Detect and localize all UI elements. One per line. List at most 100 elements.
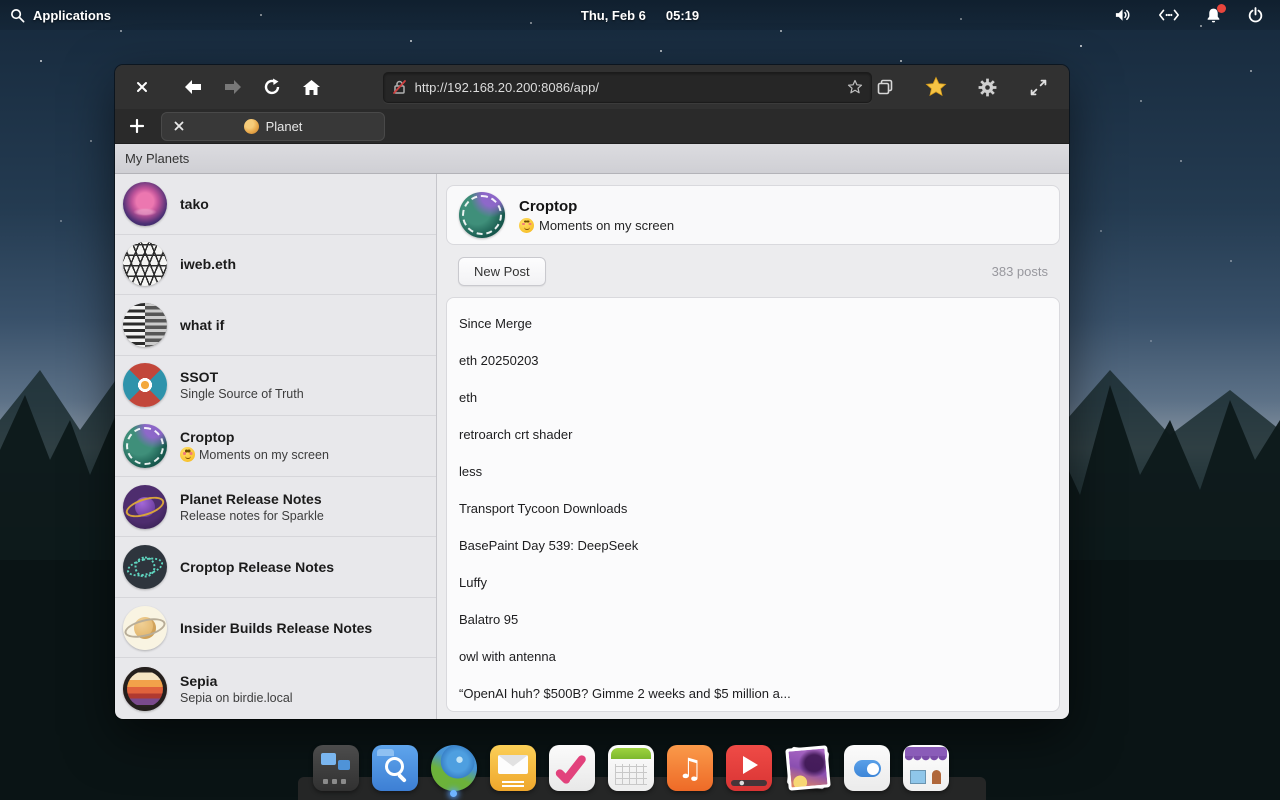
posts-toolbar: New Post 383 posts [446, 245, 1060, 297]
mail-icon[interactable] [490, 745, 536, 791]
clock[interactable]: Thu, Feb 6 05:19 [581, 8, 699, 23]
planet-name: Sepia [180, 672, 218, 689]
sidebar-planet-item[interactable]: Sepia Sepia on birdie.local [115, 658, 436, 719]
planet-name: iweb.eth [180, 256, 237, 273]
fullscreen-button[interactable] [1025, 74, 1051, 100]
url-text[interactable]: http://192.168.20.200:8086/app/ [415, 80, 839, 95]
notification-badge [1217, 3, 1226, 13]
planet-description: Moments on my screen [539, 217, 675, 233]
gear-icon [978, 78, 996, 96]
post-item[interactable]: BasePaint Day 539: DeepSeek [447, 527, 1059, 564]
planet-name: Croptop Release Notes [180, 559, 335, 576]
planet-avatar [123, 666, 167, 711]
post-item[interactable]: Transport Tycoon Downloads [447, 490, 1059, 527]
forward-button[interactable] [220, 74, 246, 100]
tab-close-button[interactable] [171, 118, 187, 134]
sidebar-planet-item[interactable]: Insider Builds Release Notes [115, 598, 436, 659]
url-bar[interactable]: http://192.168.20.200:8086/app/ [382, 71, 872, 103]
multitasking-view-icon[interactable] [313, 745, 359, 791]
bookmarks-button[interactable] [923, 74, 949, 100]
smiling-face-with-hearts-emoji [519, 217, 534, 233]
post-item[interactable]: Since Merge [447, 305, 1059, 342]
sidebar-planet-item[interactable]: SSOT Single Source of Truth [115, 356, 436, 417]
planet-favicon-icon [243, 118, 259, 134]
planet-name: Insider Builds Release Notes [180, 619, 373, 636]
bookmark-star-icon[interactable] [847, 79, 863, 95]
tab-bar: Planet [115, 109, 1069, 144]
post-item[interactable]: retroarch crt shader [447, 416, 1059, 453]
sidebar-planet-item[interactable]: iweb.eth [115, 235, 436, 296]
home-button[interactable] [299, 74, 325, 100]
calendar-icon[interactable] [608, 745, 654, 791]
planet-avatar [123, 605, 167, 650]
sidebar-planet-item[interactable]: Croptop Release Notes [115, 537, 436, 598]
settings-button[interactable] [974, 74, 1000, 100]
planet-name: tako [180, 195, 209, 212]
forward-icon [224, 80, 241, 94]
planet-header-card: Croptop Moments on my screen [446, 185, 1060, 245]
top-panel: Applications Thu, Feb 6 05:19 [0, 0, 1280, 30]
volume-icon[interactable] [1114, 7, 1133, 23]
back-button[interactable] [181, 74, 207, 100]
tab-planet[interactable]: Planet [161, 111, 385, 141]
reload-button[interactable] [260, 74, 286, 100]
web-browser-icon[interactable] [431, 745, 477, 791]
planet-avatar [123, 545, 167, 590]
panel-time: 05:19 [665, 7, 700, 23]
pages-button[interactable] [872, 74, 898, 100]
planet-detail: Croptop Moments on my screen New Post 38… [437, 174, 1069, 719]
file-search-icon[interactable] [372, 745, 418, 791]
tasks-icon[interactable] [549, 745, 595, 791]
sidebar-planet-item[interactable]: Croptop Moments on my screen [115, 416, 436, 477]
dock: ♫ [313, 745, 949, 791]
page-content: tako iweb.eth what if SSOT Single Source… [115, 174, 1069, 719]
planet-subtitle: Single Source of Truth [180, 387, 304, 402]
applications-menu[interactable]: Applications [0, 8, 111, 23]
power-icon[interactable] [1247, 6, 1264, 24]
planet-avatar [123, 484, 167, 529]
sidebar-planet-item[interactable]: Planet Release Notes Release notes for S… [115, 477, 436, 538]
post-item[interactable]: “OpenAI huh? $500B? Gimme 2 weeks and $5… [447, 675, 1059, 711]
posts-count: 383 posts [991, 263, 1048, 279]
system-settings-icon[interactable] [844, 745, 890, 791]
croptop-avatar [459, 192, 505, 238]
planet-name: Planet Release Notes [180, 490, 322, 507]
post-item[interactable]: less [447, 453, 1059, 490]
photos-icon[interactable] [785, 745, 831, 791]
insecure-connection-icon [392, 80, 406, 94]
planet-avatar [123, 302, 167, 347]
planet-subtitle: Sepia on birdie.local [180, 690, 293, 705]
new-post-button[interactable]: New Post [458, 256, 546, 286]
post-item[interactable]: Balatro 95 [447, 601, 1059, 638]
panel-indicators [1114, 3, 1280, 24]
plus-icon [130, 119, 144, 133]
post-item[interactable]: eth [447, 379, 1059, 416]
notifications-indicator[interactable] [1205, 3, 1226, 24]
star-filled-icon [925, 76, 947, 97]
sidebar-planet-item[interactable]: what if [115, 295, 436, 356]
home-icon [303, 79, 321, 95]
planet-subtitle: Release notes for Sparkle [180, 508, 324, 523]
planet-avatar [123, 423, 167, 468]
planet-name: Croptop [180, 429, 235, 446]
post-item[interactable]: owl with antenna [447, 638, 1059, 675]
videos-icon[interactable] [726, 745, 772, 791]
post-item[interactable]: eth 20250203 [447, 342, 1059, 379]
search-icon [11, 8, 25, 22]
music-icon[interactable]: ♫ [667, 745, 713, 791]
expand-icon [1030, 79, 1046, 95]
wired-network-icon[interactable] [1158, 8, 1180, 22]
toolbar-actions [872, 74, 1055, 100]
new-tab-button[interactable] [125, 114, 149, 138]
panel-date: Thu, Feb 6 [580, 7, 646, 23]
appcenter-icon[interactable] [903, 745, 949, 791]
post-item[interactable]: Luffy [447, 564, 1059, 601]
page-title: My Planets [115, 144, 1069, 174]
sidebar-planet-item[interactable]: tako [115, 174, 436, 235]
pages-icon [877, 79, 893, 95]
window-close-button[interactable] [129, 74, 155, 100]
browser-toolbar: http://192.168.20.200:8086/app/ [115, 65, 1069, 109]
planet-name: what if [180, 316, 225, 333]
planet-avatar [123, 181, 167, 226]
planet-subtitle: Moments on my screen [180, 447, 329, 463]
